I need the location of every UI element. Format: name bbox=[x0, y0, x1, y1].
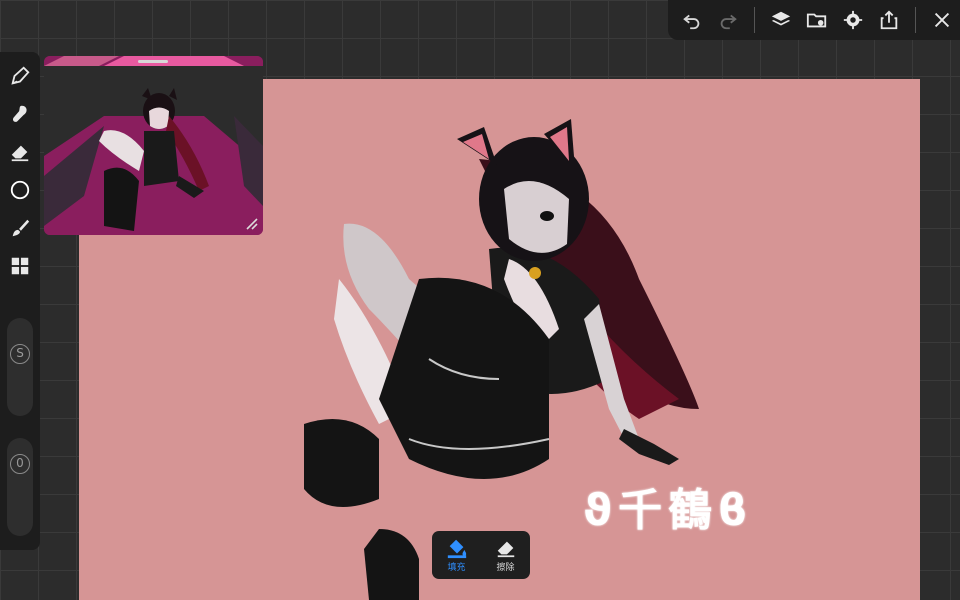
erase-label: 擦除 bbox=[496, 563, 515, 573]
shape-icon[interactable] bbox=[8, 178, 32, 202]
settings-icon[interactable] bbox=[835, 0, 871, 40]
opacity-slider[interactable]: 0 bbox=[7, 438, 33, 536]
pen-icon[interactable] bbox=[8, 64, 32, 88]
opacity-slider-knob[interactable]: 0 bbox=[10, 454, 30, 474]
layers-icon[interactable] bbox=[763, 0, 799, 40]
eraser-icon[interactable] bbox=[8, 140, 32, 164]
watermark-text: ϑ千鶴ϐ bbox=[583, 485, 753, 536]
modules-icon[interactable] bbox=[8, 254, 32, 278]
size-slider-knob[interactable]: S bbox=[10, 344, 30, 364]
smudge-icon[interactable] bbox=[8, 102, 32, 126]
brush-size-slider[interactable]: S bbox=[7, 318, 33, 416]
top-toolbar bbox=[668, 0, 960, 40]
reference-image bbox=[44, 56, 263, 235]
gallery-icon[interactable] bbox=[799, 0, 835, 40]
reference-drag-handle[interactable] bbox=[138, 60, 168, 63]
reference-window[interactable] bbox=[44, 56, 263, 235]
undo-icon[interactable] bbox=[674, 0, 710, 40]
export-icon[interactable] bbox=[871, 0, 907, 40]
eraser-icon bbox=[497, 541, 514, 558]
toolbar-divider bbox=[915, 7, 916, 33]
paint-bucket-icon bbox=[447, 539, 466, 559]
brush-icon[interactable] bbox=[8, 216, 32, 240]
resize-handle-icon[interactable] bbox=[245, 217, 259, 231]
close-icon[interactable] bbox=[924, 0, 960, 40]
redo-icon[interactable] bbox=[710, 0, 746, 40]
fill-erase-popup: 填充 擦除 bbox=[432, 531, 530, 579]
toolbar-divider bbox=[754, 7, 755, 33]
erase-button[interactable]: 擦除 bbox=[481, 531, 530, 579]
fill-button[interactable]: 填充 bbox=[432, 531, 481, 579]
tool-rail: S 0 bbox=[0, 52, 40, 550]
fill-label: 填充 bbox=[447, 563, 466, 573]
